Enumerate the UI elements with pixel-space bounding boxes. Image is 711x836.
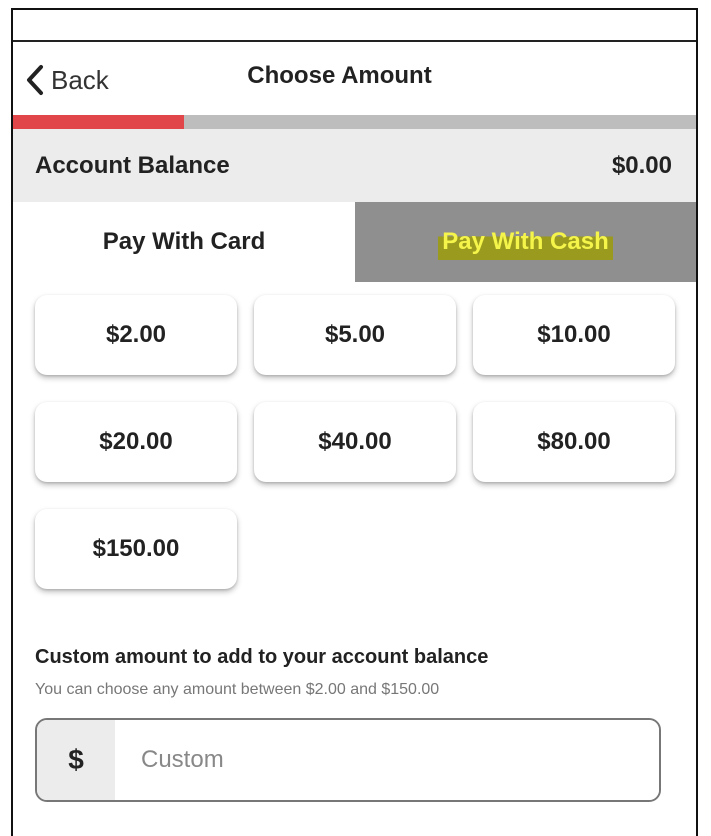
tab-label: Pay With Cash bbox=[438, 224, 613, 260]
tab-pay-with-card[interactable]: Pay With Card bbox=[13, 202, 355, 282]
custom-amount-field: $ bbox=[35, 718, 661, 802]
balance-value: $0.00 bbox=[611, 152, 672, 179]
custom-amount-input[interactable] bbox=[115, 720, 659, 800]
tab-label: Pay With Card bbox=[102, 228, 266, 255]
progress-bar bbox=[13, 115, 696, 129]
amount-option-40[interactable]: $40.00 bbox=[254, 402, 456, 482]
custom-amount-title: Custom amount to add to your account bal… bbox=[35, 646, 489, 668]
amount-option-20[interactable]: $20.00 bbox=[35, 402, 237, 482]
account-balance-row: Account Balance $0.00 bbox=[13, 129, 696, 202]
amount-option-10[interactable]: $10.00 bbox=[473, 295, 675, 375]
navigation-bar: Back Choose Amount bbox=[13, 40, 696, 124]
payment-tabs: Pay With Card Pay With Cash bbox=[13, 202, 696, 282]
tab-pay-with-cash[interactable]: Pay With Cash bbox=[355, 202, 696, 282]
device-frame: Back Choose Amount Account Balance $0.00… bbox=[11, 8, 698, 836]
screen: Back Choose Amount Account Balance $0.00… bbox=[0, 0, 711, 836]
custom-amount-hint: You can choose any amount between $2.00 … bbox=[35, 681, 440, 698]
amount-option-80[interactable]: $80.00 bbox=[473, 402, 675, 482]
balance-label: Account Balance bbox=[35, 152, 230, 179]
amount-option-2[interactable]: $2.00 bbox=[35, 295, 237, 375]
amount-option-150[interactable]: $150.00 bbox=[35, 509, 237, 589]
progress-fill bbox=[13, 115, 184, 129]
amount-option-5[interactable]: $5.00 bbox=[254, 295, 456, 375]
page-title: Choose Amount bbox=[247, 62, 432, 89]
currency-prefix: $ bbox=[37, 720, 115, 800]
